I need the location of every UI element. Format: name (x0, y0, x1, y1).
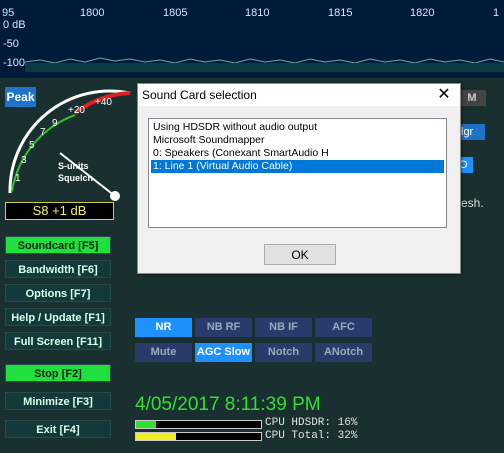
stop-button[interactable]: Stop [F2] (5, 364, 111, 382)
spectrum-display[interactable]: 95 1800 1805 1810 1815 1820 1 0 dB -50 -… (0, 0, 504, 78)
help-update-button[interactable]: Help / Update [F1] (5, 308, 111, 326)
dialog-title: Sound Card selection (142, 88, 257, 102)
meter-caption: S-units (58, 161, 89, 171)
clock-display: 4/05/2017 8:11:39 PM (135, 394, 321, 415)
full-screen-button[interactable]: Full Screen [F11] (5, 332, 111, 350)
meter-scale-label: 7 (40, 127, 46, 138)
db-label: 0 dB (3, 19, 26, 31)
s-meter-readout: S8 +1 dB (5, 202, 114, 220)
nb-if-button[interactable]: NB IF (255, 318, 312, 337)
freq-label: 1815 (328, 7, 353, 19)
m-icon[interactable]: M (458, 90, 486, 106)
agc-slow-button[interactable]: AGC Slow (195, 343, 252, 362)
freq-label: 95 (2, 7, 15, 19)
partial-text: esh. (461, 196, 484, 210)
close-icon[interactable]: ✕ (434, 85, 454, 105)
cpu-total-label: CPU Total: 32% (265, 430, 358, 442)
freq-label: 1805 (163, 7, 188, 19)
options-button[interactable]: Options [F7] (5, 284, 111, 302)
list-item-selected[interactable]: 1: Line 1 (Virtual Audio Cable) (151, 160, 444, 173)
meter-scale-label: 3 (21, 155, 27, 166)
minimize-button[interactable]: Minimize [F3] (5, 392, 111, 410)
freq-label: 1800 (80, 7, 105, 19)
freq-label: 1 (493, 7, 500, 19)
dialog-title-bar[interactable]: Sound Card selection ✕ (138, 84, 460, 106)
list-item[interactable]: 0: Speakers (Conexant SmartAudio H (151, 147, 444, 160)
mute-button[interactable]: Mute (135, 343, 192, 362)
meter-scale-label: 5 (29, 140, 35, 151)
meter-scale-label: +20 (68, 105, 85, 116)
meter-scale-label: 9 (52, 118, 58, 129)
meter-caption: Squelch (58, 173, 93, 183)
meter-scale-label: 1 (15, 173, 21, 184)
sound-card-dialog: Sound Card selection ✕ Using HDSDR witho… (137, 83, 461, 274)
freq-label: 1810 (245, 7, 270, 19)
partial-button[interactable]: lgr (461, 124, 485, 140)
partial-button[interactable]: O (459, 157, 473, 173)
s-meter: +40 +20 9 7 5 3 1 S-units Squelch (8, 89, 131, 201)
exit-button[interactable]: Exit [F4] (5, 420, 111, 438)
soundcard-button[interactable]: Soundcard [F5] (5, 236, 111, 254)
afc-button[interactable]: AFC (315, 318, 372, 337)
cpu-hdsdr-label: CPU HDSDR: 16% (265, 417, 358, 429)
notch-button[interactable]: Notch (255, 343, 312, 362)
cpu-total-bar (135, 432, 262, 441)
spectrum-trace (24, 57, 504, 72)
bandwidth-button[interactable]: Bandwidth [F6] (5, 260, 111, 278)
nb-rf-button[interactable]: NB RF (195, 318, 252, 337)
cpu-hdsdr-bar (135, 420, 262, 429)
freq-label: 1820 (410, 7, 435, 19)
db-label: -50 (3, 38, 19, 50)
sound-card-list[interactable]: Using HDSDR without audio output Microso… (148, 118, 447, 228)
meter-scale-label: +40 (95, 97, 112, 108)
anotch-button[interactable]: ANotch (315, 343, 372, 362)
ok-button[interactable]: OK (264, 244, 336, 265)
list-item[interactable]: Using HDSDR without audio output (151, 121, 444, 134)
list-item[interactable]: Microsoft Soundmapper (151, 134, 444, 147)
nr-button[interactable]: NR (135, 318, 192, 337)
